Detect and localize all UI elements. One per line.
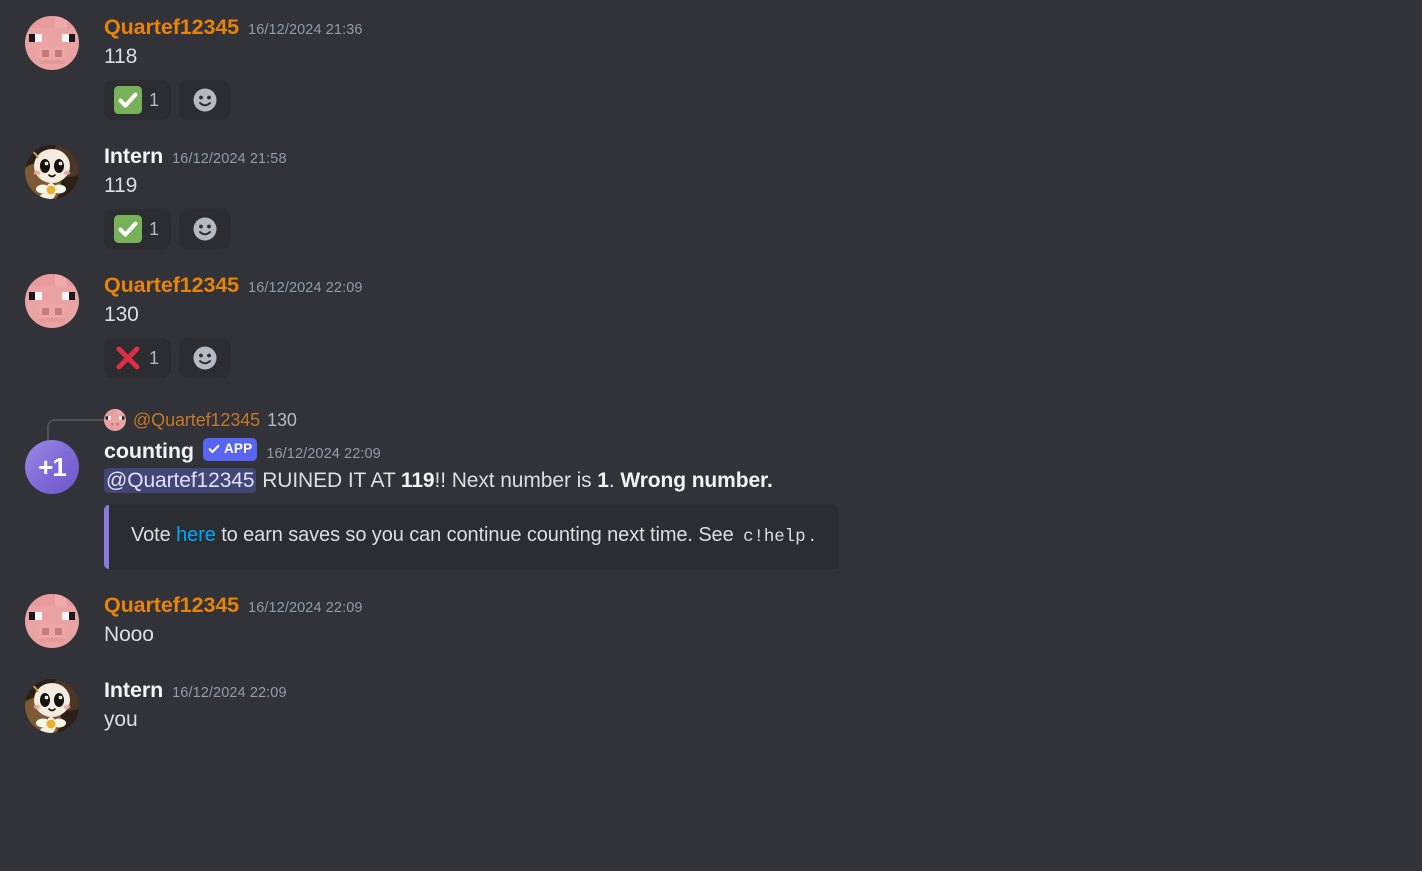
text-part: RUINED IT AT	[256, 469, 401, 493]
add-reaction-icon	[192, 216, 218, 242]
message-author[interactable]: Quartef12345	[104, 592, 239, 620]
cross-mark-icon	[114, 344, 142, 372]
add-reaction-icon	[192, 87, 218, 113]
message-text: 130	[104, 303, 139, 327]
bot-avatar-label: +1	[38, 451, 67, 482]
add-reaction-icon	[192, 345, 218, 371]
white-check-mark-icon	[114, 86, 142, 115]
help-command-code: c!help	[739, 526, 810, 550]
message-header: Quartef12345 16/12/2024 21:36	[104, 14, 1382, 42]
reply-author-mention[interactable]: @Quartef12345	[133, 410, 260, 431]
cartoon-flower-avatar[interactable]	[25, 145, 79, 200]
app-badge: APP	[202, 438, 258, 461]
message-header: Intern 16/12/2024 22:09	[104, 677, 1382, 705]
message-gap	[0, 380, 1422, 406]
app-badge-label: APP	[223, 441, 253, 457]
message-body: Intern 16/12/2024 22:09 you	[104, 677, 1422, 734]
reaction-cross-mark[interactable]: 1	[104, 338, 172, 379]
message-timestamp: 16/12/2024 22:09	[172, 684, 287, 701]
message-header: counting APP 16/12/2024 22:09	[104, 438, 1382, 466]
add-reaction-button[interactable]	[179, 338, 232, 379]
message-author[interactable]: Intern	[104, 677, 163, 705]
plus-one-bot-avatar[interactable]: +1	[25, 440, 79, 495]
message-text: 119	[104, 174, 138, 197]
message-list: Quartef12345 16/12/2024 21:36 118 1 Inte…	[0, 0, 1422, 871]
message-item[interactable]: Quartef12345 16/12/2024 21:36 118 1	[0, 10, 1422, 122]
reaction-count: 1	[149, 218, 160, 239]
reaction-count: 1	[149, 89, 160, 110]
avatar-column: +1	[0, 438, 104, 569]
message-body: Quartef12345 16/12/2024 21:36 118 1	[104, 14, 1422, 121]
bold-number: 119	[400, 469, 435, 493]
message-item[interactable]: Intern 16/12/2024 22:09 you	[0, 673, 1422, 736]
avatar-column	[0, 592, 104, 649]
message-body: counting APP 16/12/2024 22:09 @Quartef12…	[104, 438, 1422, 569]
message-text: 118	[104, 44, 138, 68]
message-author[interactable]: Intern	[104, 143, 163, 171]
bold-number: 1	[597, 469, 609, 493]
add-reaction-button[interactable]	[179, 209, 232, 250]
avatar-column	[0, 14, 104, 120]
reply-reference[interactable]: @Quartef12345 130	[47, 406, 1422, 448]
message-timestamp: 16/12/2024 22:09	[266, 446, 381, 463]
white-check-mark-icon	[114, 215, 142, 244]
reaction-bar: 1	[104, 209, 1382, 250]
message-body: Quartef12345 16/12/2024 22:09 Nooo	[104, 592, 1422, 649]
user-mention[interactable]: @Quartef12345	[104, 468, 257, 494]
message-item[interactable]: +1 counting APP 16/12/2024 22:09 @Quarte…	[0, 438, 1422, 571]
bot-message-group: @Quartef12345 130 +1 counting APP 16/12/…	[0, 406, 1422, 571]
minecraft-pig-avatar[interactable]	[25, 16, 79, 70]
message-text: Nooo	[104, 622, 154, 646]
reply-preview-text: 130	[267, 409, 297, 430]
minecraft-pig-avatar	[104, 409, 126, 432]
reaction-white-check-mark[interactable]: 1	[104, 80, 172, 121]
bold-warning: Wrong number.	[620, 469, 773, 493]
message-gap	[0, 122, 1422, 139]
message-header: Quartef12345 16/12/2024 22:09	[104, 592, 1382, 620]
message-text: @Quartef12345 RUINED IT AT 119!! Next nu…	[104, 467, 1382, 495]
add-reaction-button[interactable]	[179, 80, 232, 121]
verified-check-icon	[208, 444, 220, 454]
minecraft-pig-avatar[interactable]	[25, 274, 79, 329]
message-text: you	[104, 707, 138, 731]
message-author[interactable]: Quartef12345	[104, 272, 239, 300]
message-gap	[0, 251, 1422, 268]
message-item[interactable]: Intern 16/12/2024 21:58 119 1	[0, 139, 1422, 251]
message-header: Intern 16/12/2024 21:58	[104, 143, 1382, 171]
message-timestamp: 16/12/2024 22:09	[248, 599, 363, 616]
reaction-white-check-mark[interactable]: 1	[104, 209, 172, 250]
message-header: Quartef12345 16/12/2024 22:09	[104, 272, 1382, 300]
text-part: Vote	[131, 524, 177, 547]
reaction-bar: 1	[104, 80, 1382, 121]
avatar-column	[0, 143, 104, 249]
text-part: !! Next number is	[434, 469, 598, 493]
avatar-column	[0, 677, 104, 734]
message-body: Intern 16/12/2024 21:58 119 1	[104, 143, 1422, 250]
message-gap	[0, 651, 1422, 673]
text-part: .	[809, 524, 815, 547]
message-timestamp: 16/12/2024 21:36	[248, 22, 363, 38]
text-part: .	[608, 469, 621, 493]
avatar-column	[0, 272, 104, 378]
message-author[interactable]: Quartef12345	[104, 14, 239, 42]
message-timestamp: 16/12/2024 22:09	[248, 280, 363, 297]
message-embed: Vote here to earn saves so you can conti…	[104, 505, 839, 569]
reaction-bar: 1	[104, 338, 1382, 379]
text-part: to earn saves so you can continue counti…	[215, 524, 740, 547]
minecraft-pig-avatar[interactable]	[25, 593, 79, 648]
cartoon-flower-avatar[interactable]	[25, 678, 79, 733]
reaction-count: 1	[149, 347, 160, 368]
message-gap	[0, 571, 1422, 588]
embed-description: Vote here to earn saves so you can conti…	[131, 522, 823, 550]
message-author[interactable]: counting	[104, 438, 194, 466]
vote-link[interactable]: here	[176, 524, 216, 546]
message-item[interactable]: Quartef12345 16/12/2024 22:09 Nooo	[0, 588, 1422, 651]
message-timestamp: 16/12/2024 21:58	[172, 151, 287, 168]
message-item[interactable]: Quartef12345 16/12/2024 22:09 130 1	[0, 268, 1422, 380]
message-body: Quartef12345 16/12/2024 22:09 130 1	[104, 272, 1422, 379]
